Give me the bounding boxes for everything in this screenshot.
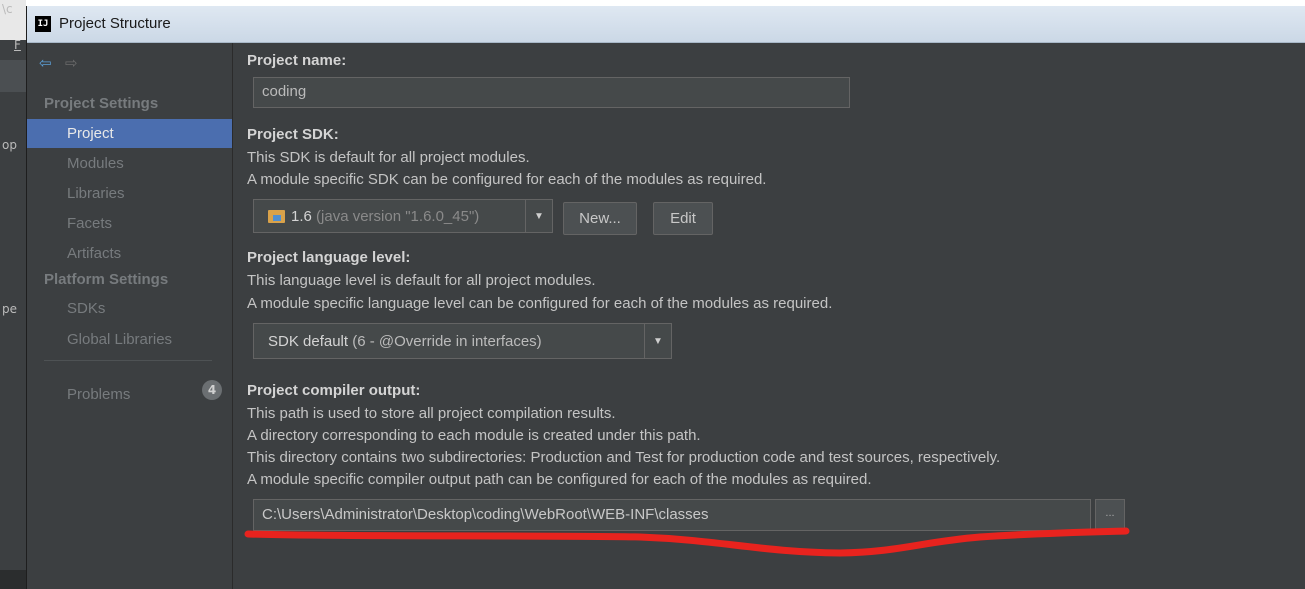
language-level-label: Project language level: xyxy=(247,249,411,266)
chevron-down-icon[interactable]: ▼ xyxy=(644,324,671,358)
chevron-down-icon[interactable]: ▼ xyxy=(525,200,552,232)
sidebar-item-problems[interactable]: Problems xyxy=(27,380,197,409)
compiler-output-description-3: This directory contains two subdirectori… xyxy=(247,449,1001,466)
project-name-input[interactable]: coding xyxy=(253,77,850,108)
sidebar-item-artifacts[interactable]: Artifacts xyxy=(27,239,232,268)
language-level-description-2: A module specific language level can be … xyxy=(247,295,833,312)
title-bar[interactable]: IJ Project Structure xyxy=(27,6,1305,43)
language-level-value: SDK default xyxy=(268,333,349,350)
project-settings-panel: Project name: coding Project SDK: This S… xyxy=(233,43,1305,589)
project-sdk-description-1: This SDK is default for all project modu… xyxy=(247,149,530,166)
background-text-fragment: \c xyxy=(2,2,13,16)
window-title: Project Structure xyxy=(59,15,171,32)
sidebar: ⇦ ⇨ Project Settings Project Modules Lib… xyxy=(27,43,233,589)
background-text-fragment: F xyxy=(14,38,21,52)
compiler-output-label: Project compiler output: xyxy=(247,382,421,399)
background-text-fragment: op xyxy=(2,138,17,152)
project-structure-dialog: IJ Project Structure ⇦ ⇨ Project Setting… xyxy=(26,6,1305,589)
background-text-fragment: pe xyxy=(2,302,17,316)
compiler-output-description-1: This path is used to store all project c… xyxy=(247,405,616,422)
intellij-logo-icon: IJ xyxy=(35,16,51,32)
language-level-description-1: This language level is default for all p… xyxy=(247,272,596,289)
sidebar-item-sdks[interactable]: SDKs xyxy=(27,294,232,323)
sidebar-item-modules[interactable]: Modules xyxy=(27,149,232,178)
sdk-edit-button[interactable]: Edit xyxy=(653,202,713,235)
project-settings-header: Project Settings xyxy=(44,95,159,112)
sidebar-item-facets[interactable]: Facets xyxy=(27,209,232,238)
sidebar-divider xyxy=(44,360,212,361)
project-sdk-description-2: A module specific SDK can be configured … xyxy=(247,171,767,188)
sdk-folder-icon xyxy=(268,210,285,223)
forward-arrow-icon[interactable]: ⇨ xyxy=(65,54,78,72)
language-level-detail: (6 - @Override in interfaces) xyxy=(348,333,542,350)
sidebar-item-project[interactable]: Project xyxy=(27,119,232,148)
compiler-output-description-2: A directory corresponding to each module… xyxy=(247,427,701,444)
sdk-version-detail: (java version "1.6.0_45") xyxy=(311,208,480,225)
platform-settings-header: Platform Settings xyxy=(44,271,169,288)
problems-count-badge: 4 xyxy=(202,380,222,400)
compiler-output-path-input[interactable]: C:\Users\Administrator\Desktop\coding\We… xyxy=(253,499,1091,531)
compiler-output-description-4: A module specific compiler output path c… xyxy=(247,471,872,488)
back-arrow-icon[interactable]: ⇦ xyxy=(39,54,52,72)
background-toolbar xyxy=(0,60,26,92)
project-sdk-label: Project SDK: xyxy=(247,126,339,143)
language-level-dropdown[interactable]: SDK default (6 - @Override in interfaces… xyxy=(253,323,672,359)
sdk-new-button[interactable]: New... xyxy=(563,202,637,235)
sidebar-item-libraries[interactable]: Libraries xyxy=(27,179,232,208)
project-sdk-dropdown[interactable]: 1.6 (java version "1.6.0_45") ▼ xyxy=(253,199,553,233)
project-name-label: Project name: xyxy=(247,52,347,69)
sdk-version: 1.6 xyxy=(291,208,312,225)
browse-button[interactable]: ... xyxy=(1095,499,1125,531)
background-statusbar xyxy=(0,570,26,589)
sidebar-item-global-libraries[interactable]: Global Libraries xyxy=(27,325,232,354)
background-app-strip: \c F op pe xyxy=(0,0,26,589)
